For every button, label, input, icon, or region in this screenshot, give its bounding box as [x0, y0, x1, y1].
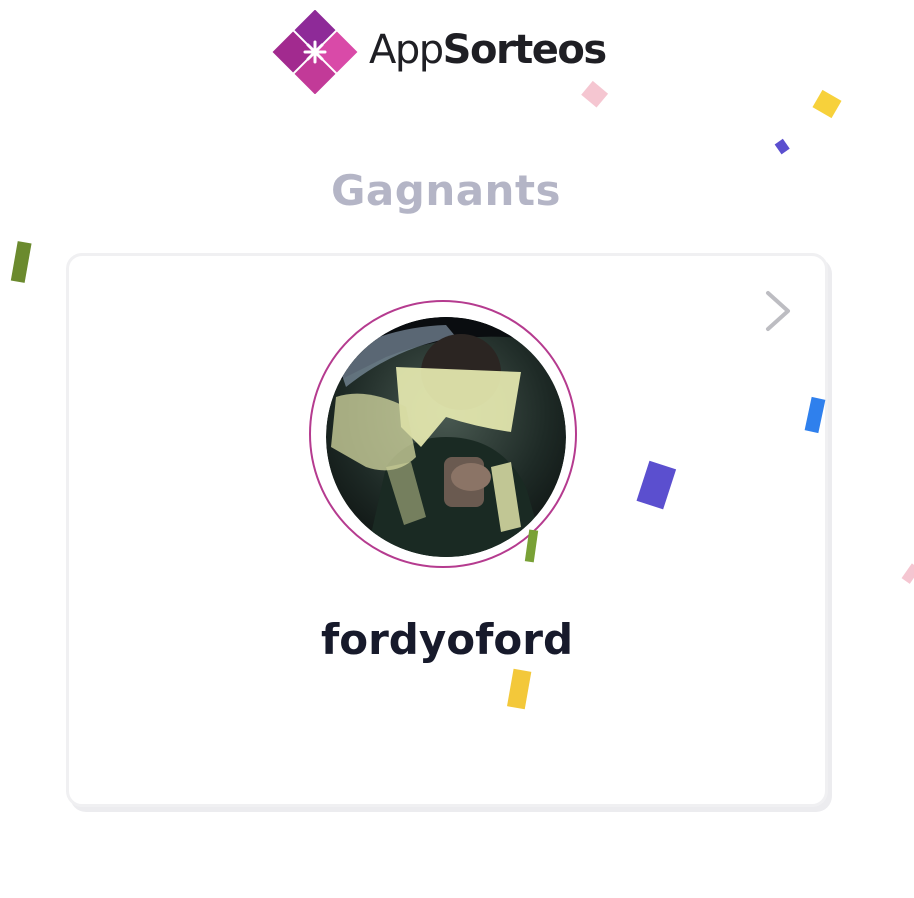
confetti-piece: [636, 460, 677, 510]
brand-suffix: Sorteos: [442, 27, 608, 73]
appsorteos-logo-icon: [272, 10, 358, 94]
confetti-piece: [507, 668, 532, 710]
confetti-piece: [524, 529, 539, 563]
brand-prefix: App: [369, 27, 444, 73]
header: AppSorteos: [0, 0, 914, 105]
chevron-right-icon[interactable]: [760, 289, 796, 333]
page-title: Gagnants: [330, 166, 562, 215]
confetti-piece: [774, 138, 790, 155]
winner-avatar-photo: [326, 317, 566, 557]
confetti-piece: [10, 241, 32, 283]
winner-username: fordyoford: [320, 615, 574, 664]
confetti-piece: [804, 396, 826, 434]
confetti-piece: [581, 80, 609, 108]
brand-wordmark: AppSorteos: [369, 24, 608, 76]
confetti-piece: [812, 89, 842, 119]
confetti-piece: [901, 563, 914, 584]
